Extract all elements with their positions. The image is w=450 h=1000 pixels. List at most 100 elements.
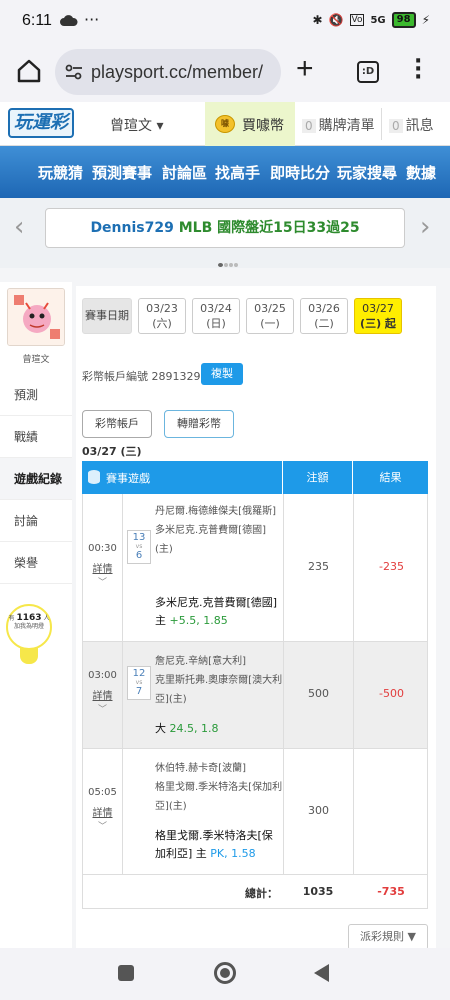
date-button-0326[interactable]: 03/26 (二) — [300, 298, 348, 334]
bluetooth-icon: ✱ — [312, 13, 323, 27]
bet-odds: 24.5, 1.8 — [169, 722, 219, 735]
date-button-0324[interactable]: 03/24 (日) — [192, 298, 240, 334]
copy-button[interactable]: 複製 — [201, 363, 243, 385]
column-result: 結果 — [352, 461, 428, 494]
address-bar[interactable]: playsport.cc/member/ — [55, 49, 281, 95]
date-filter-label: 賽事日期 — [82, 298, 132, 334]
date-text: 03/27 — [362, 302, 394, 315]
nav-item-data[interactable]: 數據 — [406, 162, 436, 183]
tab-switcher-button[interactable]: :D — [357, 61, 379, 83]
detail-link[interactable]: 詳情 — [83, 804, 122, 819]
volte-icon: Vo — [349, 14, 365, 26]
nav-item-forum[interactable]: 討論區 — [162, 162, 207, 183]
sidebar-item-record[interactable]: 戰績 — [0, 416, 72, 458]
coin-account-button[interactable]: 彩幣帳戶 — [82, 410, 152, 438]
buy-coins-label: 買噱幣 — [242, 118, 284, 134]
day-text: (日) — [206, 317, 226, 330]
bet-selection: 多米尼克.克普費爾[德國]主 +5.5, 1.85 — [155, 594, 283, 630]
bet-pick: 大 — [155, 722, 170, 735]
home-icon[interactable] — [16, 58, 42, 84]
new-tab-button[interactable]: + — [296, 52, 314, 86]
score-box: 13 vs 6 — [127, 530, 151, 564]
row-result-cell: -235 — [353, 494, 429, 641]
status-bar: 6:11 ··· ✱ 🔇 Vo 5G 98 ⚡ — [0, 0, 450, 44]
browser-menu-button[interactable]: · · · — [414, 51, 422, 89]
coin-icon: 噱 — [215, 115, 235, 133]
sidebar-item-predict[interactable]: 預測 — [0, 374, 72, 416]
avatar-caption: 曾瑄文 — [22, 355, 50, 365]
date-button-0325[interactable]: 03/25 (一) — [246, 298, 294, 334]
detail-link[interactable]: 詳情 — [83, 560, 122, 575]
bulb-count: 1163 — [16, 613, 42, 623]
lightbulb-icon: 有 1163 人 加我為明燈 — [6, 604, 52, 650]
user-menu[interactable]: 曾瑄文 ▾ — [110, 115, 163, 135]
follow-lightbulb-button[interactable]: 有 1163 人 加我為明燈 — [6, 604, 52, 670]
score-box: 12 vs 7 — [127, 666, 151, 700]
nav-item-player-search[interactable]: 玩家搜尋 — [337, 162, 397, 183]
back-icon[interactable] — [314, 964, 329, 982]
transfer-coins-button[interactable]: 轉贈彩幣 — [164, 410, 234, 438]
bulb-unit: 人 — [43, 615, 50, 622]
avatar[interactable] — [7, 288, 65, 346]
row-amount-cell: 300 — [283, 749, 353, 874]
nav-item-play[interactable]: 玩競猜 — [38, 162, 83, 183]
date-text: 03/26 — [308, 302, 340, 315]
match-time: 03:00 — [88, 670, 117, 681]
messages-link[interactable]: 0 訊息 — [389, 115, 434, 135]
nav-item-live-score[interactable]: 即時比分 — [270, 162, 330, 183]
detail-link[interactable]: 詳情 — [83, 687, 122, 702]
table-row: 03:00 詳情 ﹀ 12 vs 7 詹尼克.辛納[意大利] 克里斯托弗.奧康奈爾[… — [82, 642, 428, 749]
mute-icon: 🔇 — [328, 13, 344, 27]
home-circle-icon[interactable] — [214, 962, 236, 984]
bet-odds: +5.5, 1.85 — [169, 614, 228, 627]
bet-selection: 大 24.5, 1.8 — [155, 720, 283, 738]
game-log-panel: 賽事日期 03/23 (六) 03/24 (日) 03/25 (一) 03/26 (二)… — [76, 286, 436, 950]
messages-label: 訊息 — [405, 118, 434, 134]
sidebar-item-game-log[interactable]: 遊戲紀錄 — [0, 458, 72, 500]
recent-apps-icon[interactable] — [118, 965, 134, 981]
total-label: 總計： — [245, 887, 278, 900]
row-time-cell: 00:30 詳情 ﹀ — [83, 494, 123, 641]
carousel-next-icon[interactable]: › — [420, 212, 430, 242]
dragon-avatar-icon — [8, 289, 64, 345]
row-result-cell — [353, 749, 429, 874]
score-bottom: 7 — [135, 686, 143, 697]
cart-link[interactable]: 0 購牌清單 — [302, 115, 375, 135]
row-amount-cell: 235 — [283, 494, 353, 641]
chevron-down-icon[interactable]: ﹀ — [83, 819, 122, 832]
bet-result: -235 — [379, 560, 404, 573]
sidebar-item-discuss[interactable]: 討論 — [0, 500, 72, 542]
team-away: 休伯特.赫卡奇[波蘭] — [155, 763, 246, 774]
url-text[interactable]: playsport.cc/member/ — [91, 62, 277, 83]
team-home: 克里斯托弗.奧康奈爾[澳大利亞](主) — [155, 675, 283, 705]
total-result: -735 — [377, 885, 405, 898]
team-away: 丹尼爾.梅德維傑夫[俄羅斯] — [155, 506, 276, 517]
row-time-cell: 03:00 詳情 ﹀ — [83, 642, 123, 748]
carousel-prev-icon[interactable]: ‹ — [14, 212, 24, 242]
system-navigation-bar — [0, 948, 450, 1000]
site-settings-icon[interactable] — [65, 64, 83, 80]
network-label: 5G — [370, 14, 386, 26]
chevron-down-icon[interactable]: ﹀ — [83, 702, 122, 715]
column-amount: 注額 — [282, 461, 352, 494]
table-row: 00:30 詳情 ﹀ 13 vs 6 丹尼爾.梅德維傑夫[俄羅斯] 多米尼克.克普費… — [82, 494, 428, 642]
date-button-0327[interactable]: 03/27 (三) 起 — [354, 298, 402, 334]
team-home: 多米尼克.克普費爾[德國](主) — [155, 525, 266, 555]
announcement-banner[interactable]: Dennis729 MLB 國際盤近15日33過25 — [45, 208, 405, 248]
date-button-0323[interactable]: 03/23 (六) — [138, 298, 186, 334]
column-game: 賽事遊戲 — [106, 472, 150, 485]
status-icons: ✱ 🔇 Vo 5G 98 ⚡ — [312, 12, 430, 28]
match-teams: 詹尼克.辛納[意大利] 克里斯托弗.奧康奈爾[澳大利亞](主) — [155, 652, 283, 709]
sidebar-item-honor[interactable]: 榮譽 — [0, 542, 72, 584]
payout-rules-button[interactable]: 派彩規則 ▼ — [348, 924, 428, 950]
nav-item-experts[interactable]: 找高手 — [215, 162, 260, 183]
bulb-prefix: 有 — [8, 615, 15, 622]
site-header: 玩運彩 曾瑄文 ▾ 噱 買噱幣 0 購牌清單 0 訊息 — [0, 102, 450, 146]
nav-item-predict[interactable]: 預測賽事 — [92, 162, 152, 183]
battery-icon: 98 — [391, 12, 416, 28]
site-logo[interactable]: 玩運彩 — [8, 108, 74, 138]
chevron-down-icon[interactable]: ﹀ — [83, 575, 122, 588]
bet-amount: 300 — [308, 804, 329, 817]
buy-coins-button[interactable]: 噱 買噱幣 — [205, 102, 295, 146]
row-result-cell: -500 — [353, 642, 429, 748]
